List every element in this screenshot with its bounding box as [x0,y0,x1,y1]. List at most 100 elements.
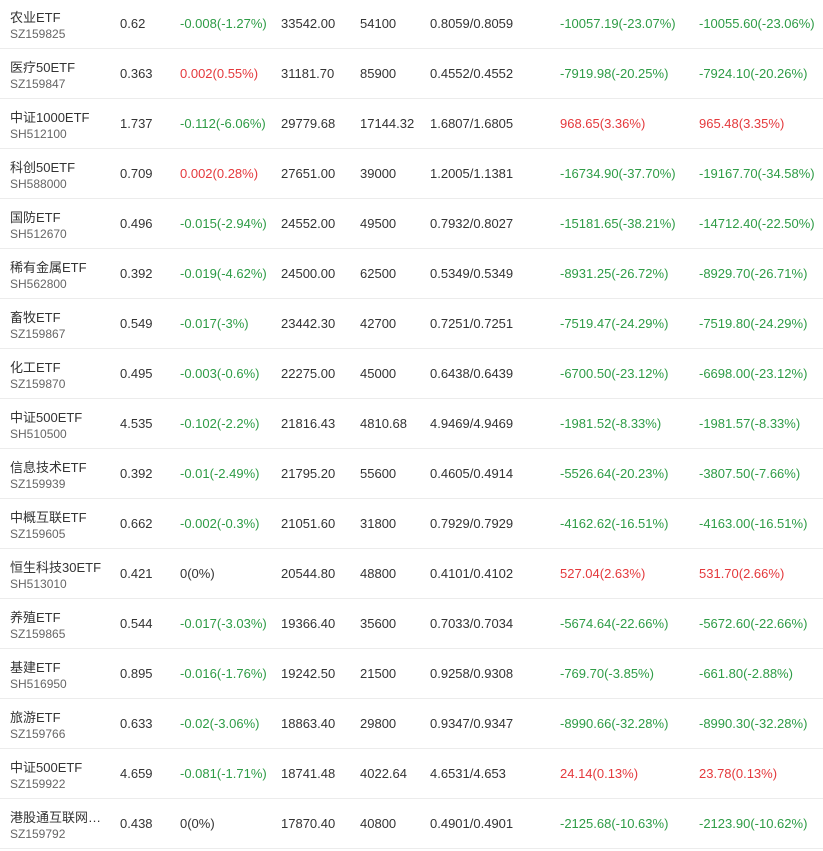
fund-name[interactable]: 恒生科技30ETF [10,557,101,576]
table-row[interactable]: 养殖ETF SZ159865 0.544 -0.017(-3.03%) 19366.40… [0,599,823,649]
market-value: 33542.00 [281,16,336,31]
price-change: -0.019(-4.62%) [180,266,267,281]
fund-name[interactable]: 农业ETF [10,7,61,26]
table-row[interactable]: 科创50ETF SH588000 0.709 0.002(0.28%) 27651.00… [0,149,823,199]
market-value: 18741.48 [281,766,336,781]
fund-code: SZ159825 [10,27,66,41]
latest-price: 0.496 [120,216,153,231]
profit-loss: -8931.25(-26.72%) [560,266,669,281]
latest-price: 0.62 [120,16,146,31]
profit-loss: 968.65(3.36%) [560,116,646,131]
table-row[interactable]: 国防ETF SH512670 0.496 -0.015(-2.94%) 24552.00… [0,199,823,249]
fund-name[interactable]: 畜牧ETF [10,307,61,326]
table-row[interactable]: 基建ETF SH516950 0.895 -0.016(-1.76%) 19242.50… [0,649,823,699]
market-value: 18863.40 [281,716,336,731]
share-quantity: 39000 [360,166,397,181]
fund-name[interactable]: 旅游ETF [10,707,61,726]
fund-name[interactable]: 港股通互联网… [10,807,101,826]
fund-code: SH588000 [10,177,67,191]
cost-nav: 0.7251/0.7251 [430,316,514,331]
table-row[interactable]: 港股通互联网… SZ159792 0.438 0(0%) 17870.40 40800 0.… [0,799,823,849]
fund-code: SZ159847 [10,77,66,91]
fund-name[interactable]: 化工ETF [10,357,61,376]
share-quantity: 54100 [360,16,397,31]
cost-nav: 0.9347/0.9347 [430,716,514,731]
market-value: 19366.40 [281,616,336,631]
market-value: 24500.00 [281,266,336,281]
fund-name[interactable]: 养殖ETF [10,607,61,626]
market-value: 17870.40 [281,816,336,831]
table-row[interactable]: 恒生科技30ETF SH513010 0.421 0(0%) 20544.80 48800… [0,549,823,599]
cost-nav: 0.7932/0.8027 [430,216,514,231]
profit-loss-alt: -661.80(-2.88%) [699,666,793,681]
table-row[interactable]: 化工ETF SZ159870 0.495 -0.003(-0.6%) 22275.00 4… [0,349,823,399]
share-quantity: 4810.68 [360,416,407,431]
fund-name[interactable]: 中证1000ETF [10,107,89,126]
fund-name[interactable]: 信息技术ETF [10,457,87,476]
share-quantity: 4022.64 [360,766,407,781]
table-row[interactable]: 稀有金属ETF SH562800 0.392 -0.019(-4.62%) 24500.… [0,249,823,299]
price-change: -0.017(-3.03%) [180,616,267,631]
fund-name[interactable]: 稀有金属ETF [10,257,87,276]
market-value: 31181.70 [281,66,335,81]
latest-price: 0.549 [120,316,153,331]
profit-loss: -769.70(-3.85%) [560,666,654,681]
cost-nav: 4.9469/4.9469 [430,416,514,431]
fund-name[interactable]: 基建ETF [10,657,61,676]
profit-loss: 527.04(2.63%) [560,566,646,581]
cost-nav: 0.4552/0.4552 [430,66,514,81]
share-quantity: 49500 [360,216,397,231]
cost-nav: 4.6531/4.653 [430,766,506,781]
cost-nav: 0.4605/0.4914 [430,466,514,481]
table-row[interactable]: 中证500ETF SH510500 4.535 -0.102(-2.2%) 21816.… [0,399,823,449]
fund-name[interactable]: 国防ETF [10,207,61,226]
fund-name[interactable]: 中概互联ETF [10,507,87,526]
fund-code: SH516950 [10,677,67,691]
table-row[interactable]: 中证1000ETF SH512100 1.737 -0.112(-6.06%) 2977… [0,99,823,149]
fund-code: SH513010 [10,577,67,591]
market-value: 23442.30 [281,316,336,331]
fund-name[interactable]: 中证500ETF [10,757,82,776]
table-row[interactable]: 信息技术ETF SZ159939 0.392 -0.01(-2.49%) 21795.2… [0,449,823,499]
fund-name[interactable]: 科创50ETF [10,157,75,176]
table-row[interactable]: 农业ETF SZ159825 0.62 -0.008(-1.27%) 33542.00 5… [0,0,823,49]
share-quantity: 55600 [360,466,397,481]
price-change: -0.02(-3.06%) [180,716,260,731]
latest-price: 0.495 [120,366,153,381]
profit-loss: -4162.62(-16.51%) [560,516,669,531]
table-row[interactable]: 中证500ETF SZ159922 4.659 -0.081(-1.71%) 18741… [0,749,823,799]
profit-loss-alt: -8929.70(-26.71%) [699,266,808,281]
fund-name[interactable]: 医疗50ETF [10,57,75,76]
cost-nav: 0.7929/0.7929 [430,516,514,531]
fund-code: SH562800 [10,277,67,291]
table-row[interactable]: 畜牧ETF SZ159867 0.549 -0.017(-3%) 23442.30 427… [0,299,823,349]
market-value: 27651.00 [281,166,336,181]
profit-loss: -7519.47(-24.29%) [560,316,669,331]
latest-price: 0.544 [120,616,153,631]
fund-name[interactable]: 中证500ETF [10,407,82,426]
fund-code: SZ159865 [10,627,66,641]
share-quantity: 29800 [360,716,397,731]
fund-code: SH512100 [10,127,67,141]
table-row[interactable]: 旅游ETF SZ159766 0.633 -0.02(-3.06%) 18863.40 2… [0,699,823,749]
table-row[interactable]: 中概互联ETF SZ159605 0.662 -0.002(-0.3%) 21051.6… [0,499,823,549]
market-value: 29779.68 [281,116,336,131]
fund-code: SH512670 [10,227,67,241]
share-quantity: 45000 [360,366,397,381]
price-change: 0(0%) [180,816,215,831]
cost-nav: 0.8059/0.8059 [430,16,514,31]
share-quantity: 62500 [360,266,397,281]
fund-code: SZ159939 [10,477,66,491]
price-change: -0.015(-2.94%) [180,216,267,231]
share-quantity: 35600 [360,616,397,631]
profit-loss: -8990.66(-32.28%) [560,716,669,731]
etf-holdings-table: 农业ETF SZ159825 0.62 -0.008(-1.27%) 33542.00 5… [0,0,823,849]
latest-price: 0.438 [120,816,153,831]
cost-nav: 0.5349/0.5349 [430,266,514,281]
profit-loss-alt: -4163.00(-16.51%) [699,516,808,531]
latest-price: 0.363 [120,66,153,81]
profit-loss: -10057.19(-23.07%) [560,16,676,31]
table-row[interactable]: 医疗50ETF SZ159847 0.363 0.002(0.55%) 31181.70… [0,49,823,99]
market-value: 20544.80 [281,566,336,581]
profit-loss: -7919.98(-20.25%) [560,66,669,81]
